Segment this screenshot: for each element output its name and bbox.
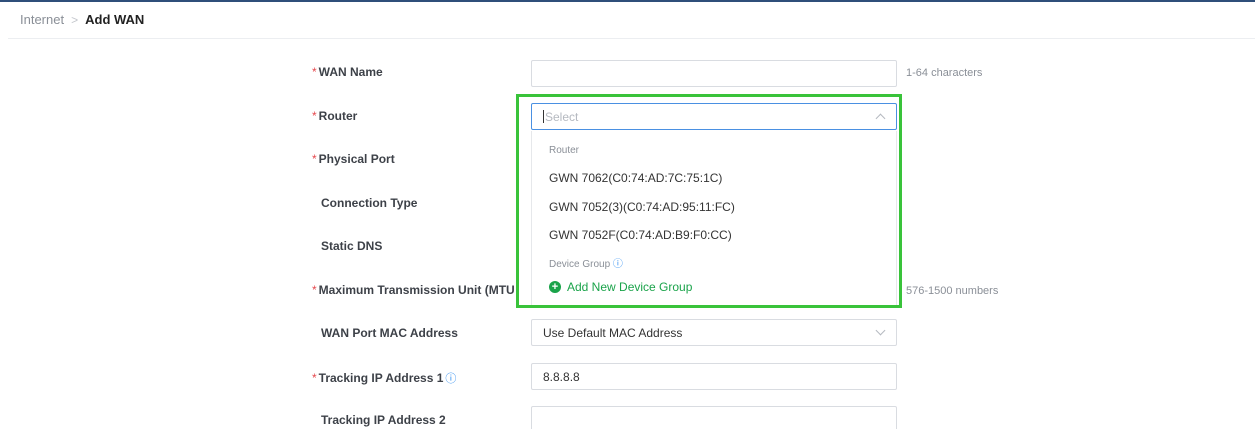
- tracking-ip-1-label: * Tracking IP Address 1 ⓘ: [312, 371, 457, 385]
- info-circle-icon[interactable]: ⓘ: [613, 259, 623, 270]
- router-select[interactable]: Select: [531, 103, 897, 130]
- required-marker: *: [312, 152, 317, 166]
- required-marker: *: [312, 65, 317, 79]
- required-marker: *: [312, 283, 317, 297]
- required-marker: *: [312, 371, 317, 385]
- static-dns-label: Static DNS: [321, 239, 383, 253]
- wan-mac-select[interactable]: Use Default MAC Address: [531, 319, 897, 346]
- plus-circle-icon: +: [549, 281, 561, 293]
- dropdown-group-router: Router: [549, 145, 580, 156]
- wan-name-input[interactable]: [531, 60, 897, 87]
- page-title: Add WAN: [85, 12, 145, 27]
- router-option[interactable]: GWN 7052F(C0:74:AD:B9:F0:CC): [549, 228, 732, 242]
- text-caret: [543, 110, 544, 123]
- tracking-ip-1-input[interactable]: 8.8.8.8: [531, 363, 897, 390]
- info-circle-icon[interactable]: ⓘ: [445, 373, 456, 385]
- router-option[interactable]: GWN 7062(C0:74:AD:7C:75:1C): [549, 171, 722, 185]
- breadcrumb-internet[interactable]: Internet: [20, 12, 64, 27]
- tracking-ip-2-input[interactable]: [531, 406, 897, 429]
- router-label: * Router: [312, 109, 358, 123]
- router-option[interactable]: GWN 7052(3)(C0:74:AD:95:11:FC): [549, 200, 735, 214]
- router-dropdown-menu: Router GWN 7062(C0:74:AD:7C:75:1C) GWN 7…: [531, 131, 897, 305]
- tracking-ip-2-label: Tracking IP Address 2: [321, 413, 446, 427]
- dropdown-group-device: Device Group ⓘ: [549, 259, 623, 270]
- connection-type-label: Connection Type: [321, 196, 418, 210]
- breadcrumb-separator: >: [71, 12, 79, 27]
- wan-mac-label: WAN Port MAC Address: [321, 326, 458, 340]
- add-device-group-button[interactable]: + Add New Device Group: [549, 280, 692, 294]
- header-divider: [8, 38, 1255, 39]
- mtu-hint: 576-1500 numbers: [906, 285, 999, 297]
- breadcrumb: Internet > Add WAN: [20, 12, 144, 27]
- chevron-down-icon: [875, 325, 886, 336]
- wan-name-hint: 1-64 characters: [906, 67, 983, 79]
- chevron-up-icon: [875, 113, 886, 124]
- wan-name-label: * WAN Name: [312, 65, 383, 79]
- required-marker: *: [312, 109, 317, 123]
- top-accent-line: [0, 0, 1255, 2]
- physical-port-label: * Physical Port: [312, 152, 395, 166]
- mtu-label: * Maximum Transmission Unit (MTU: [312, 283, 515, 297]
